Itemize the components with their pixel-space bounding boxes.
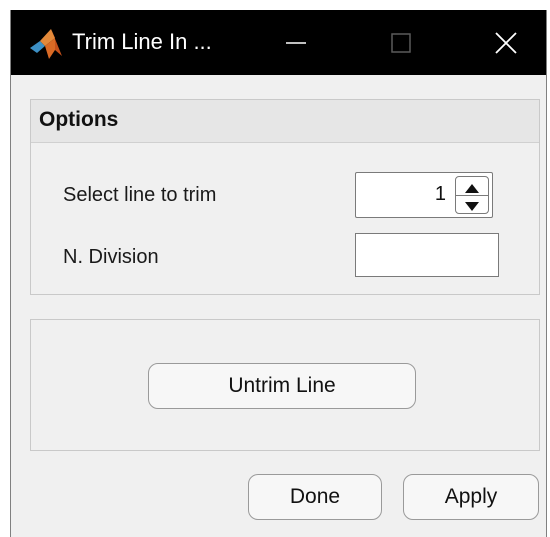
window-title: Trim Line In ... xyxy=(72,29,212,54)
title-bar[interactable]: Trim Line In ... xyxy=(11,10,546,75)
n-division-input[interactable] xyxy=(355,233,499,277)
spinner-divider xyxy=(456,195,488,196)
untrim-panel: Untrim Line xyxy=(30,319,540,451)
select-line-spinner[interactable]: 1 xyxy=(355,172,493,218)
minimize-button[interactable] xyxy=(261,10,331,75)
select-line-label: Select line to trim xyxy=(63,184,217,206)
untrim-line-button[interactable]: Untrim Line xyxy=(148,363,416,409)
close-icon xyxy=(495,31,517,54)
arrow-down-icon[interactable] xyxy=(464,199,480,217)
maximize-icon xyxy=(391,32,411,53)
minimize-icon xyxy=(286,41,306,44)
matlab-logo-icon xyxy=(29,28,63,60)
done-button[interactable]: Done xyxy=(248,474,382,520)
options-panel-header: Options xyxy=(31,100,539,143)
options-panel: Options Select line to trim 1 N. Divisio… xyxy=(30,99,540,295)
options-title: Options xyxy=(39,108,119,131)
select-line-value: 1 xyxy=(434,183,446,205)
n-division-label: N. Division xyxy=(63,246,159,268)
arrow-up-icon[interactable] xyxy=(464,181,480,199)
apply-button[interactable]: Apply xyxy=(403,474,539,520)
trim-line-dialog: Trim Line In ... Options Select line to … xyxy=(10,10,547,537)
maximize-button[interactable] xyxy=(366,10,436,75)
close-button[interactable] xyxy=(471,10,541,75)
spinner-arrows[interactable] xyxy=(455,176,489,214)
